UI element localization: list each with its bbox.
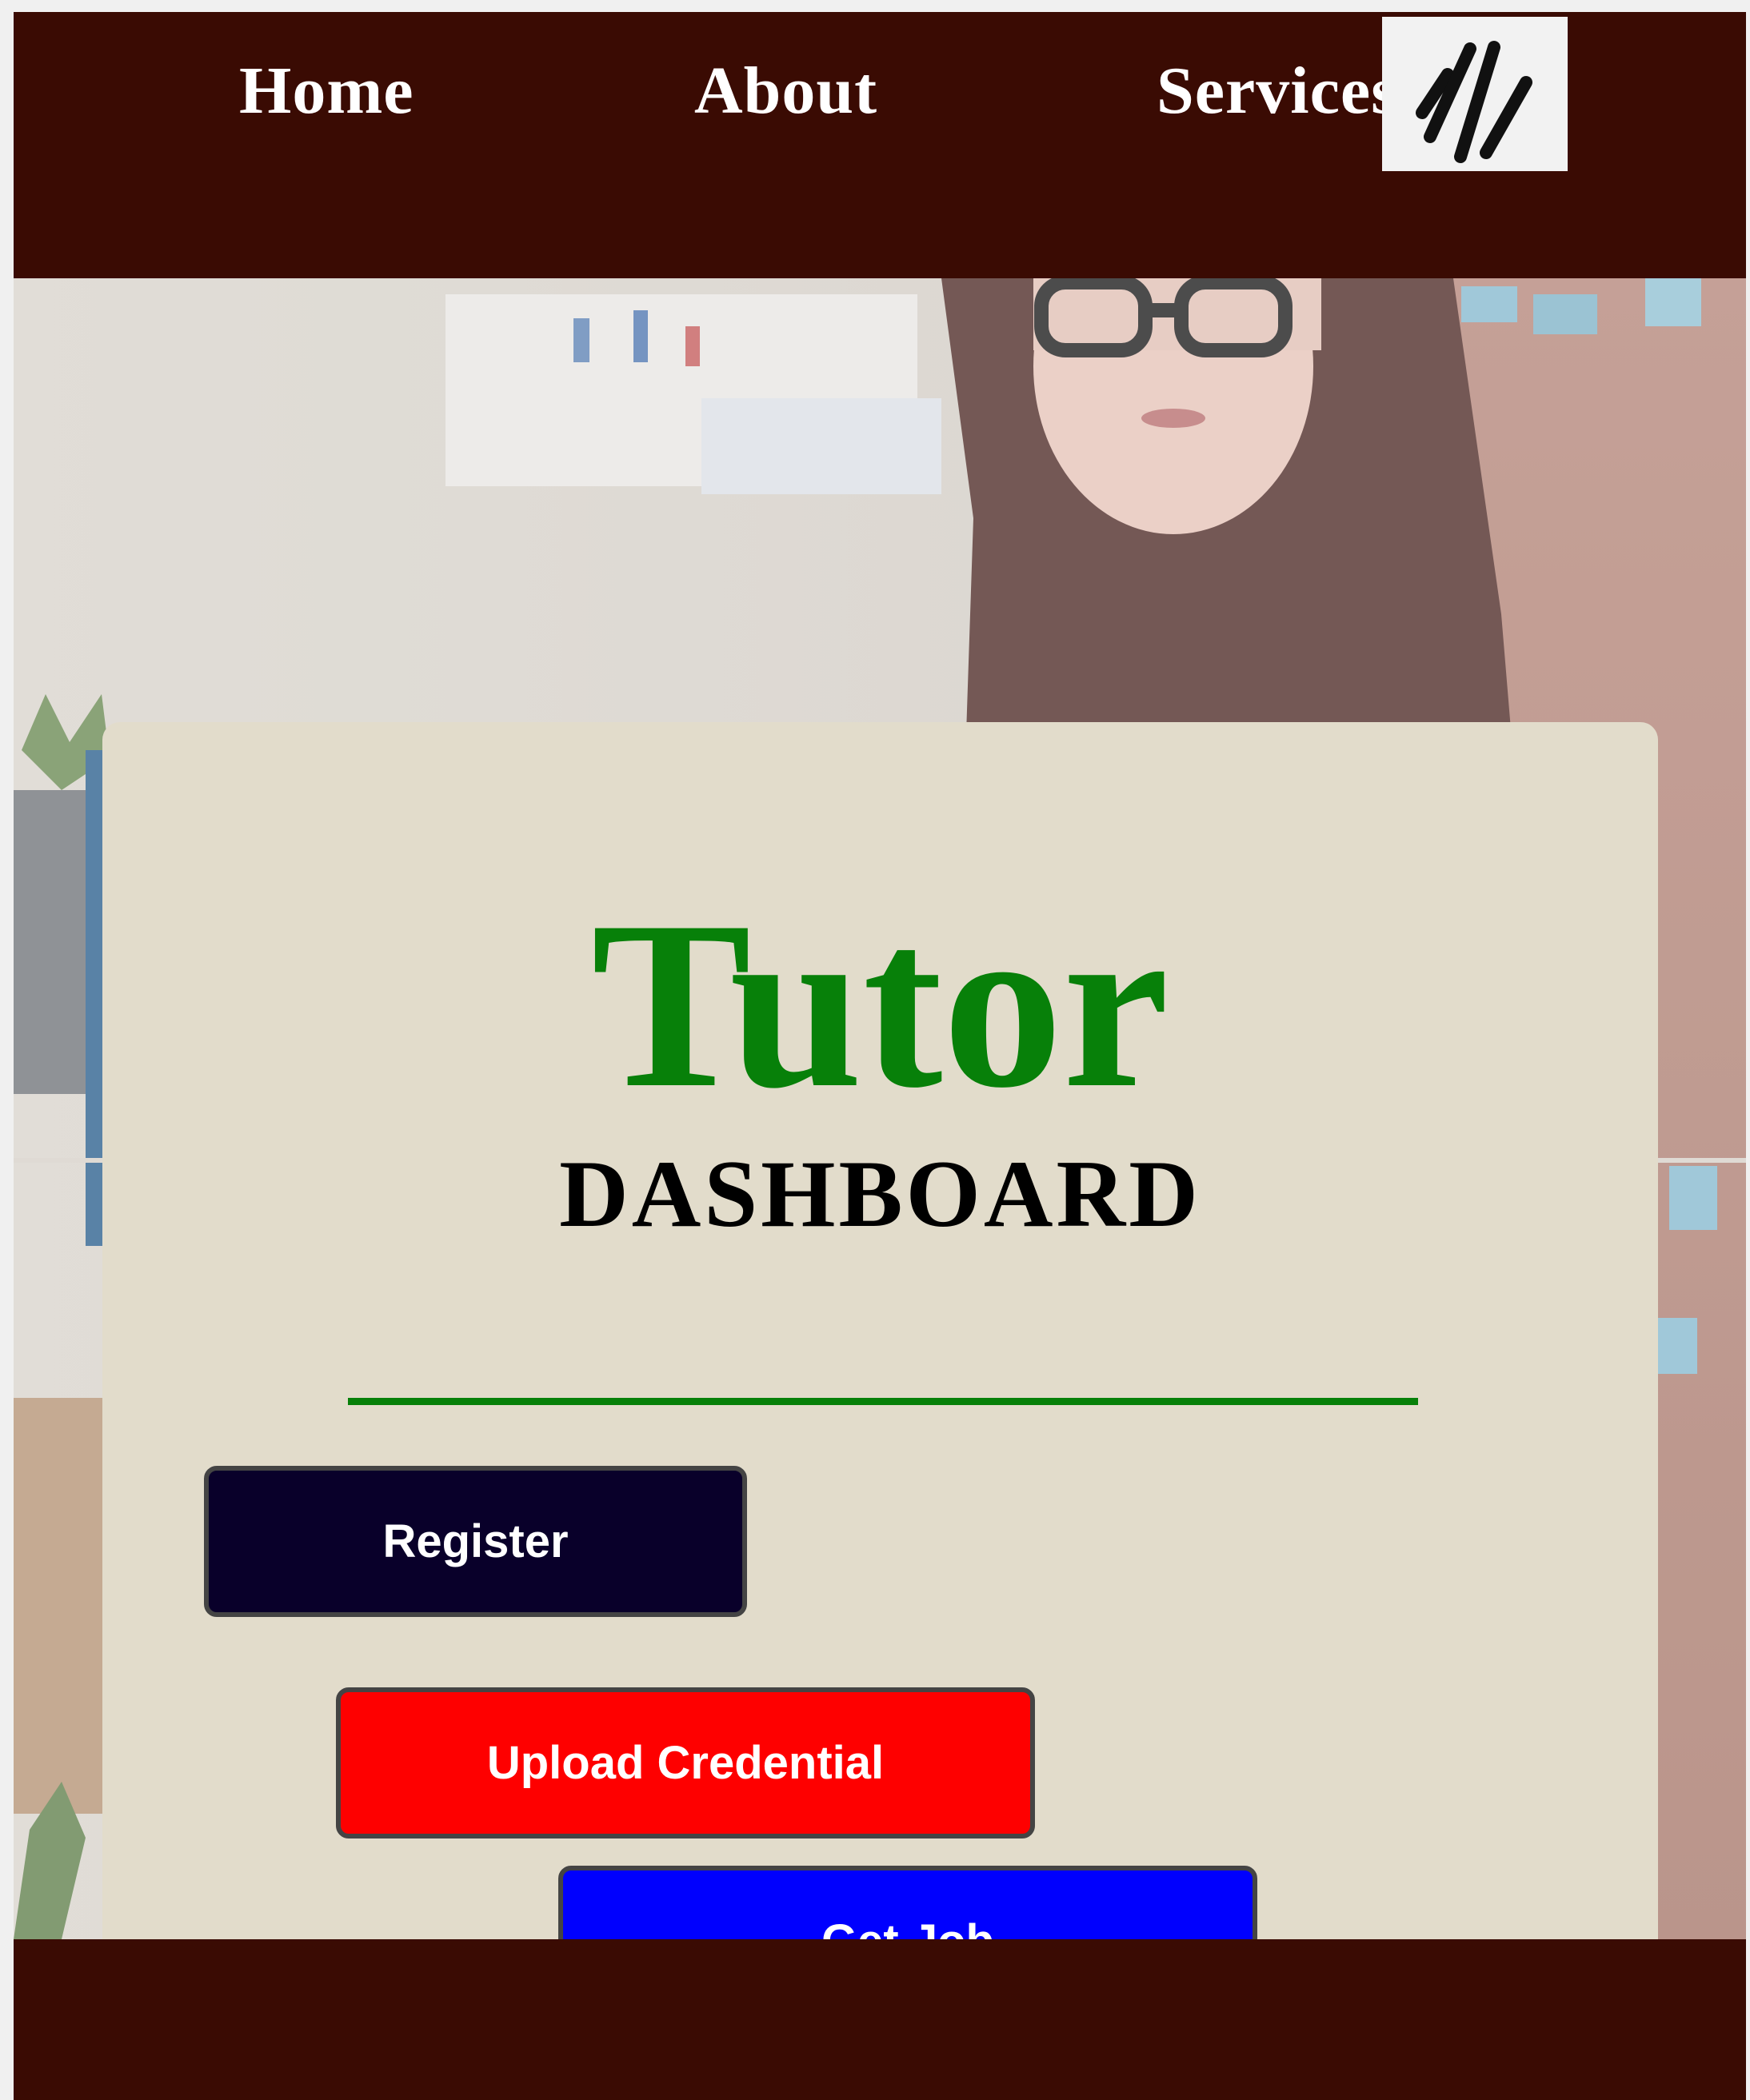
register-button[interactable]: Register [204, 1466, 747, 1617]
menu-icon [1416, 41, 1532, 163]
top-nav: Home About Services [14, 12, 1746, 278]
nav-services-link[interactable]: Services [1157, 52, 1398, 130]
upload-credential-button[interactable]: Upload Credential [336, 1687, 1035, 1838]
dashboard-subtitle: DASHBOARD [559, 1140, 1201, 1247]
dashboard-title: Tutor [591, 872, 1169, 1137]
title-divider [348, 1398, 1418, 1405]
get-job-button[interactable]: Get Job [558, 1866, 1257, 1939]
page-frame: Home About Services Tutor DASHBOARD Regi… [14, 12, 1746, 2100]
hero-section: Tutor DASHBOARD Register Upload Credenti… [14, 278, 1746, 1939]
menu-toggle-button[interactable] [1382, 17, 1568, 171]
nav-home-link[interactable]: Home [239, 52, 414, 130]
page-footer [14, 1939, 1746, 2100]
dashboard-card: Tutor DASHBOARD Register Upload Credenti… [102, 722, 1658, 1939]
nav-about-link[interactable]: About [694, 52, 877, 130]
